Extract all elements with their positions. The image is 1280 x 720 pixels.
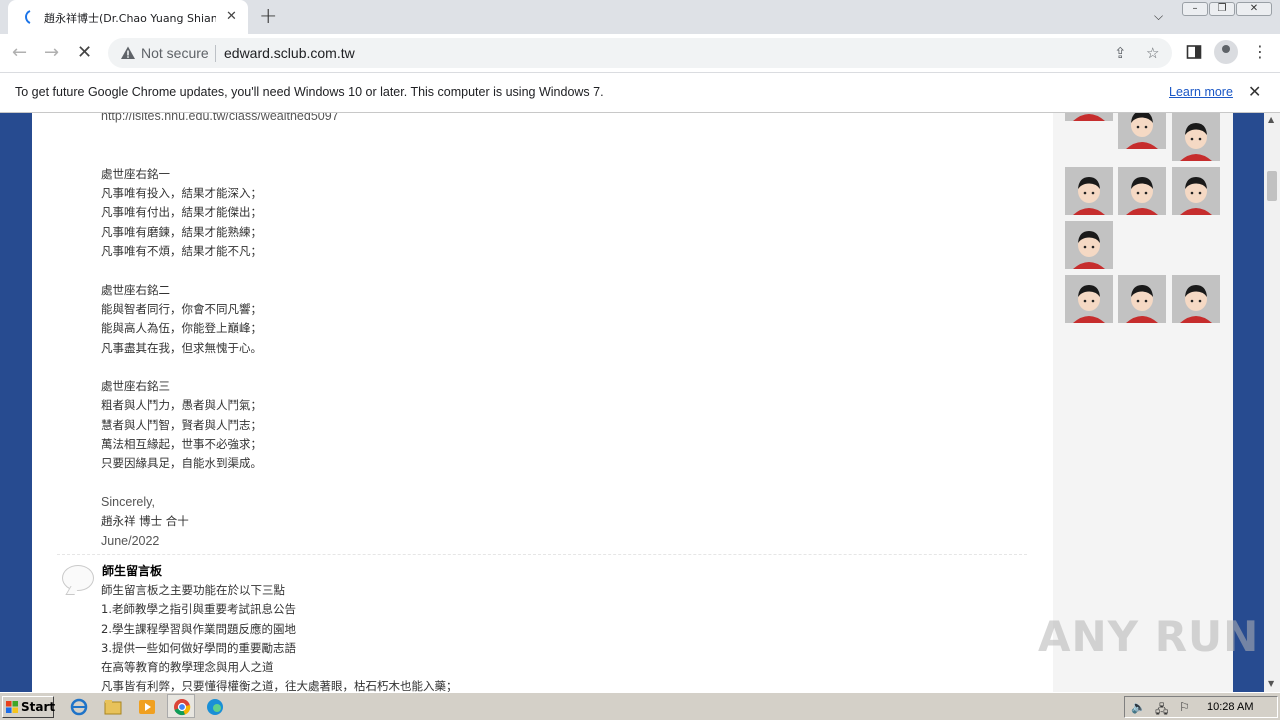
windows-logo-icon	[6, 701, 18, 713]
scroll-down-arrow-icon[interactable]: ▼	[1268, 679, 1274, 688]
comment-bubble-icon	[62, 565, 94, 591]
new-tab-button[interactable]: +	[259, 4, 277, 29]
chrome-icon	[174, 699, 191, 716]
motto-line: 能與高人為伍，你能登上巔峰；	[101, 321, 262, 336]
motto2-title: 處世座右銘二	[101, 282, 170, 297]
browser-tab[interactable]: 趙永祥博士(Dr.Chao Yuang Shiang) ✕	[8, 0, 248, 34]
member-avatar[interactable]	[1065, 221, 1113, 269]
signature: 趙永祥 博士 合十	[101, 514, 189, 529]
volume-icon[interactable]: 🔈	[1131, 700, 1146, 714]
member-avatar[interactable]	[1118, 113, 1166, 149]
board-line: 凡事皆有利弊，只要懂得權衡之道，往大處著眼，枯石朽木也能入藥；	[101, 679, 458, 692]
system-tray: 🔈 🖧 ⚐ 10:28 AM	[1124, 696, 1278, 718]
start-button[interactable]: Start	[2, 696, 56, 718]
profile-avatar-icon[interactable]	[1214, 40, 1238, 64]
member-avatar[interactable]	[1172, 167, 1220, 215]
scroll-up-arrow-icon[interactable]: ▲	[1268, 115, 1274, 124]
article-body: http://isites.nhu.edu.tw/class/wealthed5…	[101, 113, 339, 551]
window-close-button[interactable]: ✕	[1236, 2, 1272, 16]
member-avatar[interactable]	[1118, 275, 1166, 323]
share-icon[interactable]: ⇪	[1114, 44, 1127, 62]
scroll-thumb[interactable]	[1267, 171, 1277, 201]
board-line: 師生留言板之主要功能在於以下三點	[101, 583, 285, 597]
motto-line: 萬法相互緣起，世事不必強求；	[101, 437, 262, 452]
anyrun-watermark: ANY RUN	[1038, 612, 1260, 661]
forward-arrow-icon[interactable]: →	[44, 42, 59, 63]
motto-line: 能與智者同行，你會不同凡響；	[101, 301, 262, 316]
member-avatar-panel	[1053, 113, 1233, 692]
omnibox-divider	[215, 45, 216, 62]
tab-search-chevron-icon[interactable]: ⌵	[1154, 9, 1163, 24]
loading-spinner-icon	[25, 10, 31, 24]
motto3-title: 處世座右銘三	[101, 379, 170, 394]
message-board-body: 師生留言板之主要功能在於以下三點 1.老師教學之指引與重要考試訊息公告 2.學生…	[101, 581, 458, 692]
update-infobar: To get future Google Chrome updates, you…	[0, 72, 1280, 113]
motto-line: 粗者與人鬥力，愚者與人鬥氣；	[101, 398, 262, 413]
edge-icon[interactable]	[204, 697, 226, 717]
message-board-title[interactable]: 師生留言板	[102, 562, 162, 579]
not-secure-label[interactable]: Not secure	[141, 45, 209, 61]
restore-button[interactable]: ❐	[1209, 2, 1235, 16]
member-avatar[interactable]	[1172, 275, 1220, 323]
motto-line: 凡事唯有磨鍊，結果才能熟練；	[101, 224, 262, 239]
taskbar-clock[interactable]: 10:28 AM	[1207, 701, 1253, 713]
stop-loading-icon[interactable]: ✕	[77, 42, 92, 63]
sign-off: Sincerely,	[101, 494, 155, 509]
browser-toolbar: ← → ✕ Not secure edward.sclub.com.tw ⇪ ☆…	[0, 34, 1280, 72]
side-panel-icon[interactable]	[1186, 44, 1202, 60]
tab-close-icon[interactable]: ✕	[226, 9, 237, 24]
board-line: 2.學生課程學習與作業問題反應的園地	[101, 621, 296, 636]
minimize-button[interactable]: –	[1182, 2, 1208, 16]
member-avatar[interactable]	[1172, 113, 1220, 161]
start-label: Start	[21, 700, 56, 714]
warning-triangle-icon	[121, 46, 135, 59]
section-divider	[57, 554, 1027, 555]
tab-strip: 趙永祥博士(Dr.Chao Yuang Shiang) ✕ + ⌵ – ❐ ✕	[0, 0, 1280, 34]
infobar-close-icon[interactable]: ✕	[1248, 82, 1261, 101]
media-player-icon[interactable]	[136, 697, 158, 717]
motto-line: 只要因緣具足，自能水到渠成。	[101, 456, 262, 471]
board-line: 在高等教育的教學理念與用人之道	[101, 660, 274, 675]
page-scrollbar[interactable]: ▲ ▼	[1264, 113, 1280, 692]
url-text[interactable]: edward.sclub.com.tw	[224, 45, 355, 61]
windows-taskbar: Start 🔈 🖧 ⚐ 10:28 AM	[0, 692, 1280, 720]
motto1-title: 處世座右銘一	[101, 166, 170, 181]
action-center-flag-icon[interactable]: ⚐	[1179, 700, 1190, 714]
board-line: 1.老師教學之指引與重要考試訊息公告	[101, 602, 296, 617]
learn-more-link[interactable]: Learn more	[1169, 85, 1233, 99]
motto-line: 慧者與人鬥智，賢者與人鬥志；	[101, 417, 262, 432]
board-line: 3.提供一些如何做好學問的重要勵志語	[101, 640, 296, 655]
motto-line: 凡事唯有付出，結果才能傑出；	[101, 205, 262, 220]
address-bar[interactable]: Not secure edward.sclub.com.tw ⇪ ☆	[108, 38, 1172, 68]
member-avatar[interactable]	[1118, 167, 1166, 215]
member-avatar[interactable]	[1065, 113, 1113, 121]
tab-title: 趙永祥博士(Dr.Chao Yuang Shiang)	[44, 12, 216, 25]
network-icon[interactable]: 🖧	[1155, 700, 1168, 720]
post-date: June/2022	[101, 533, 160, 548]
chrome-taskbar-item[interactable]	[167, 694, 195, 718]
bookmark-star-icon[interactable]: ☆	[1146, 44, 1159, 62]
infobar-message: To get future Google Chrome updates, you…	[15, 85, 604, 99]
internet-explorer-icon[interactable]	[68, 697, 90, 717]
member-avatar[interactable]	[1065, 167, 1113, 215]
motto-line: 凡事盡其在我，但求無愧于心。	[101, 340, 262, 355]
menu-dots-icon[interactable]: ⋮	[1252, 42, 1268, 61]
back-arrow-icon[interactable]: ←	[12, 42, 27, 63]
main-content: http://isites.nhu.edu.tw/class/wealthed5…	[32, 113, 1053, 692]
page-viewport: http://isites.nhu.edu.tw/class/wealthed5…	[0, 113, 1264, 692]
member-avatar[interactable]	[1065, 275, 1113, 323]
class-link[interactable]: http://isites.nhu.edu.tw/class/wealthed5…	[101, 113, 339, 126]
file-explorer-icon[interactable]	[102, 697, 124, 717]
motto-line: 凡事唯有不煩，結果才能不凡；	[101, 244, 262, 259]
motto-line: 凡事唯有投入，結果才能深入；	[101, 186, 262, 201]
